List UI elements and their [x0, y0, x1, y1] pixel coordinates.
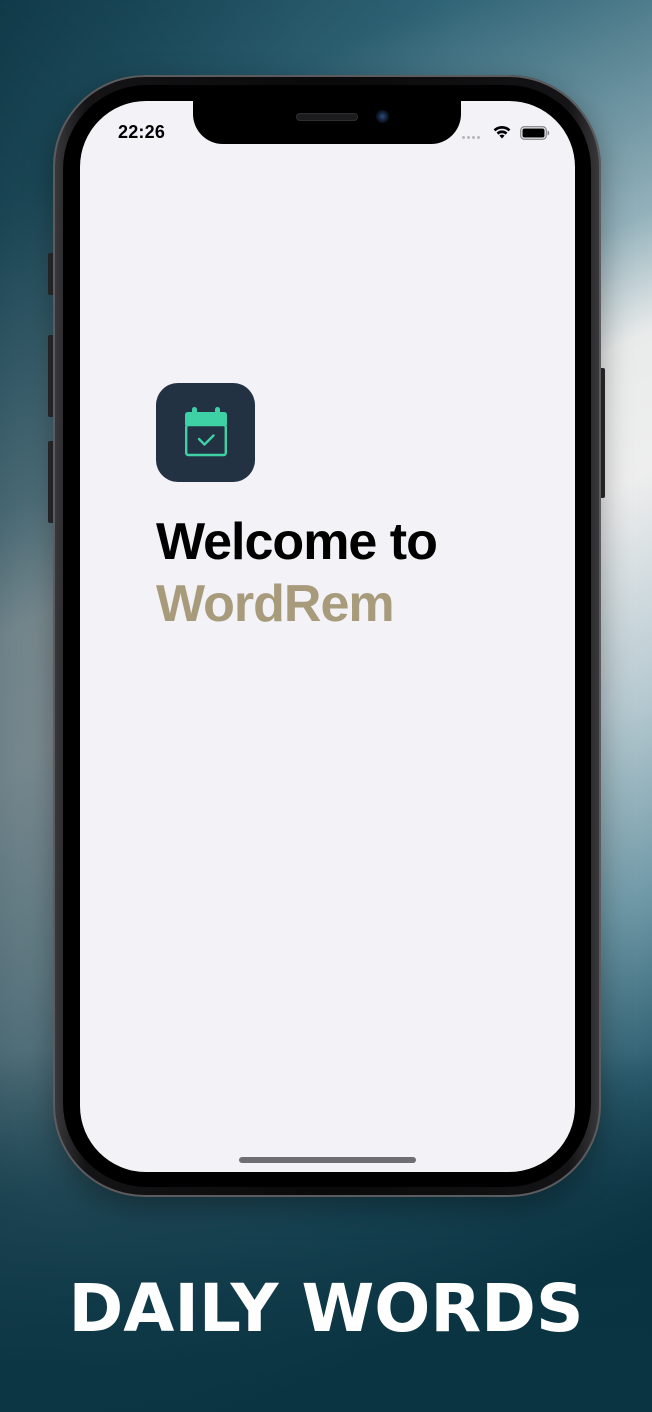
calendar-check-icon [184, 407, 227, 457]
front-camera [376, 110, 389, 123]
app-name-heading: WordRem [156, 575, 395, 633]
wifi-icon [493, 125, 511, 139]
battery-icon [520, 126, 550, 140]
status-bar-time: 22:26 [118, 122, 166, 142]
welcome-heading: Welcome to [156, 513, 438, 571]
phone-screen [80, 101, 575, 1172]
notch [193, 100, 461, 144]
app-logo [156, 383, 255, 482]
home-indicator[interactable] [239, 1157, 416, 1163]
earpiece-speaker [296, 113, 358, 121]
cellular-signal-icon [462, 136, 480, 139]
promo-tagline: DAILY WORDS [68, 1270, 584, 1347]
